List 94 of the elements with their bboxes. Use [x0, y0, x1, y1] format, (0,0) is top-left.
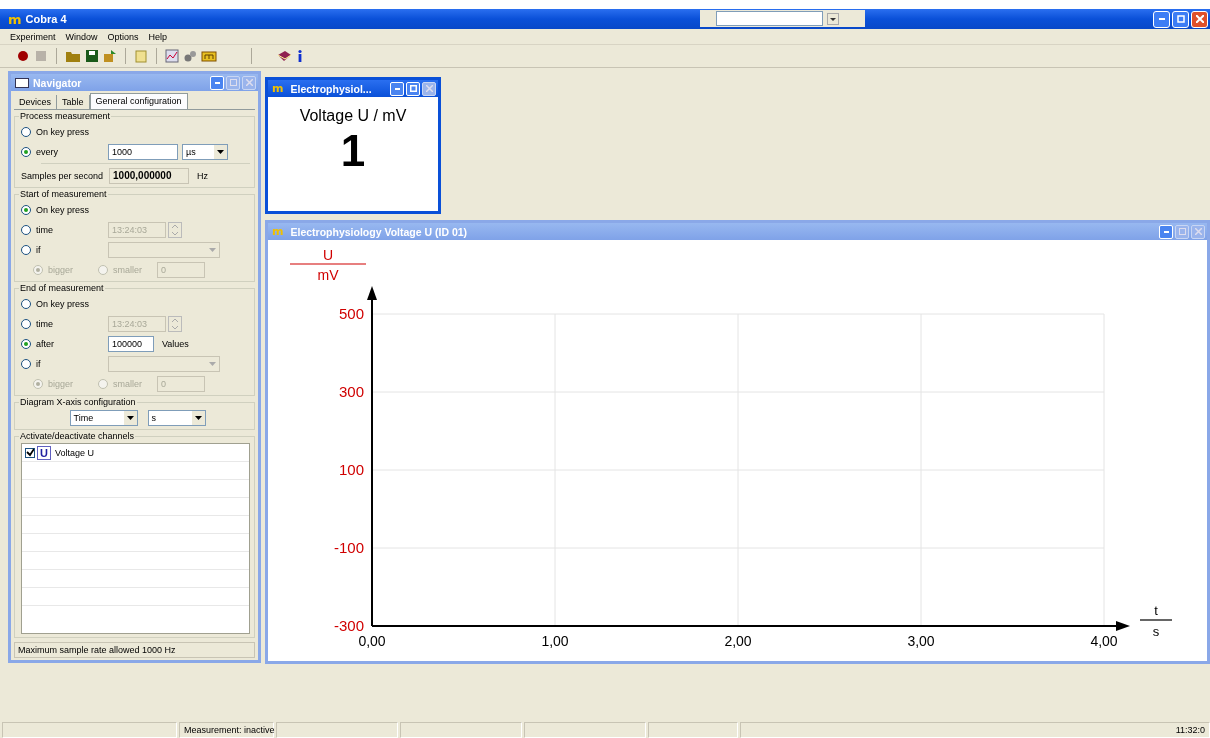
- close-icon: [1195, 15, 1204, 23]
- group-label: Start of measurement: [19, 189, 108, 199]
- samples-label: Samples per second: [21, 170, 104, 181]
- group-label: Diagram X-axis configuration: [19, 397, 137, 407]
- samples-field: 1000,000000: [109, 167, 190, 184]
- app-logo: m: [8, 12, 22, 26]
- radio-button[interactable]: [21, 146, 31, 157]
- chart-icon[interactable]: [165, 49, 179, 63]
- y-axis-unit: mV: [317, 267, 339, 283]
- tab[interactable]: Devices: [14, 95, 57, 109]
- minimize-button[interactable]: [1153, 10, 1170, 28]
- close-button[interactable]: [422, 81, 436, 96]
- x-tick-label: 4,00: [1090, 633, 1118, 649]
- y-tick-label: 100: [338, 461, 364, 478]
- radio-label: time: [36, 318, 54, 329]
- radio-label: time: [36, 224, 54, 235]
- unit-dropdown[interactable]: µs: [182, 143, 228, 160]
- restore-icon: [1176, 15, 1185, 23]
- minimize-icon: [214, 81, 220, 84]
- window-icon: [15, 77, 29, 88]
- record-icon[interactable]: [16, 49, 30, 63]
- window-logo: m: [272, 83, 284, 94]
- window-title: Electrophysiol...: [290, 82, 373, 95]
- radio-button[interactable]: [21, 204, 31, 215]
- close-icon: [245, 79, 253, 86]
- info-icon[interactable]: [296, 49, 304, 63]
- radio-label: every: [36, 146, 59, 157]
- group-label: Process measurement: [19, 111, 112, 121]
- menu-item[interactable]: Experiment: [10, 31, 56, 42]
- radio-label: bigger: [48, 264, 75, 275]
- radio-label: smaller: [113, 378, 143, 389]
- x-tick-label: 2,00: [724, 633, 752, 649]
- status-text: Maximum sample rate allowed 1000 Hz: [14, 642, 255, 658]
- window-title: Navigator: [33, 76, 83, 89]
- x-tick-label: 0,00: [358, 633, 386, 649]
- radio-label: smaller: [113, 264, 143, 275]
- maximize-icon: [1178, 228, 1186, 235]
- radio-label: if: [36, 358, 42, 369]
- book-icon[interactable]: [276, 49, 292, 63]
- close-icon: [425, 85, 433, 92]
- radio-label: On key press: [36, 298, 91, 309]
- unit-dropdown[interactable]: s: [147, 409, 206, 426]
- group-label: End of measurement: [19, 283, 105, 293]
- radio-button[interactable]: [21, 298, 31, 309]
- module-icon[interactable]: [201, 49, 217, 63]
- channel-symbol: U: [37, 445, 51, 460]
- close-icon: [1194, 228, 1202, 235]
- y-tick-label: -100: [333, 539, 364, 556]
- radio-label: if: [36, 244, 42, 255]
- count-field[interactable]: 100000: [108, 335, 154, 352]
- y-axis-label: U: [322, 247, 334, 263]
- clock-text: 11:32:0: [740, 722, 1210, 738]
- interval-field[interactable]: 1000: [108, 143, 178, 160]
- samples-unit: Hz: [197, 170, 209, 181]
- radio-label: On key press: [36, 204, 91, 215]
- tab[interactable]: Table: [57, 95, 90, 109]
- minimize-icon: [394, 87, 400, 90]
- minimize-icon: [1163, 230, 1169, 233]
- menu-item[interactable]: Options: [107, 31, 139, 42]
- export-icon[interactable]: [103, 49, 117, 63]
- x-tick-label: 1,00: [541, 633, 569, 649]
- x-tick-label: 3,00: [907, 633, 935, 649]
- window-title: Cobra 4: [25, 13, 67, 25]
- y-tick-label: 300: [338, 383, 364, 400]
- radio-label: after: [36, 338, 55, 349]
- radio-label: On key press: [36, 126, 91, 137]
- radio-button[interactable]: [21, 126, 31, 137]
- y-tick-label: -300: [333, 617, 364, 634]
- x-axis-label: t: [1154, 603, 1158, 618]
- menu-item[interactable]: Help: [148, 31, 168, 42]
- status-text: Measurement: inactive: [179, 722, 274, 738]
- window-logo: m: [272, 226, 284, 237]
- measurement-value: 1: [340, 127, 366, 176]
- checkbox[interactable]: [25, 447, 35, 458]
- count-unit: Values: [162, 338, 189, 349]
- menu-item[interactable]: Window: [65, 31, 98, 42]
- radio-label: bigger: [48, 378, 75, 389]
- minimize-button[interactable]: [390, 81, 404, 96]
- channel-label: Voltage U: [54, 447, 94, 458]
- maximize-icon: [409, 85, 417, 92]
- x-axis-unit: s: [1152, 624, 1160, 639]
- restore-button[interactable]: [1172, 10, 1189, 28]
- minimize-icon: [1158, 18, 1165, 20]
- tab[interactable]: General configuration: [89, 93, 188, 109]
- tools-icon[interactable]: [183, 49, 197, 63]
- window-title: Electrophysiology Voltage U (ID 01): [290, 225, 469, 238]
- group-label: Activate/deactivate channels: [19, 431, 136, 441]
- measurement-label: Voltage U / mV: [299, 107, 407, 125]
- maximize-icon: [229, 79, 237, 86]
- save-icon[interactable]: [85, 49, 99, 63]
- toolbar-dropdown[interactable]: [700, 10, 865, 27]
- radio-button[interactable]: [21, 338, 31, 349]
- y-tick-label: 500: [338, 305, 364, 322]
- quantity-dropdown[interactable]: Time: [69, 409, 138, 426]
